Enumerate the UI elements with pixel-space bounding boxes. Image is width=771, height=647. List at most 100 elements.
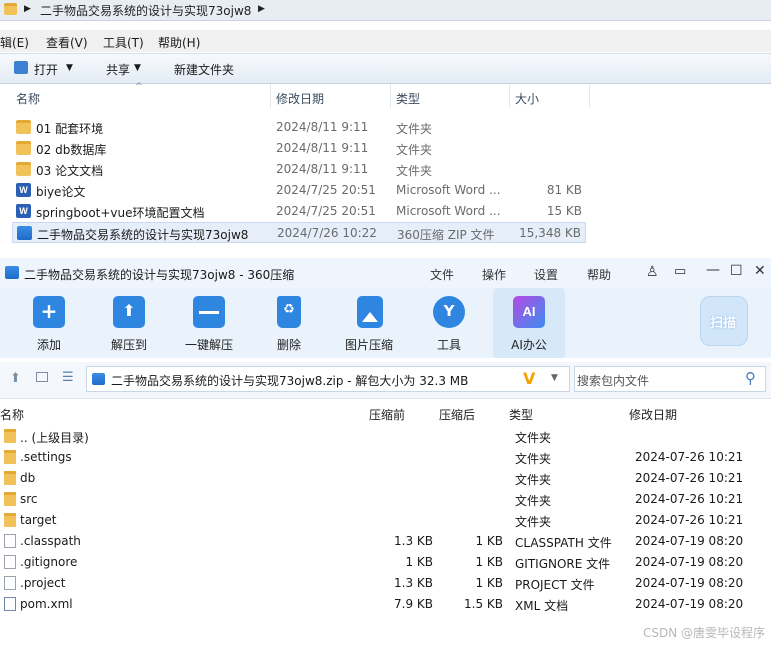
v-icon[interactable]: V xyxy=(523,369,535,388)
archive-row[interactable]: .gitignore 1 KB 1 KB GITIGNORE 文件 2024-0… xyxy=(0,552,771,573)
scan-button[interactable]: 扫描 xyxy=(700,296,748,346)
image-compress-button[interactable]: 图片压缩 xyxy=(333,288,405,358)
chevron-down-icon: ▼ xyxy=(134,63,141,73)
entry-type: CLASSPATH 文件 xyxy=(515,536,612,550)
archive-row[interactable]: .settings 文件夹 2024-07-26 10:21 xyxy=(0,447,771,468)
search-icon[interactable]: ⚲ xyxy=(745,369,756,387)
column-date[interactable]: 修改日期 xyxy=(276,90,324,107)
open-button-label: 打开 xyxy=(34,63,59,77)
file-row-selected[interactable]: 二手物品交易系统的设计与实现73ojw8 2024/7/26 10:22 360… xyxy=(12,222,586,243)
file-row[interactable]: 03 论文文档 2024/8/11 9:11 文件夹 xyxy=(12,159,586,180)
folder-icon xyxy=(16,162,31,176)
entry-date: 2024-07-19 08:20 xyxy=(635,555,744,569)
tools-button[interactable]: Y 工具 xyxy=(413,288,485,358)
feedback-icon[interactable]: ▭ xyxy=(674,264,686,279)
add-button[interactable]: + 添加 xyxy=(13,288,85,358)
file-name: springboot+vue环境配置文档 xyxy=(36,206,205,220)
folder-icon xyxy=(4,513,16,527)
shirt-icon[interactable]: ♙ xyxy=(646,264,659,280)
list-view-icon[interactable]: ☰ xyxy=(62,370,74,385)
close-icon[interactable]: ✕ xyxy=(754,263,766,279)
archive-row[interactable]: .. (上级目录) 文件夹 xyxy=(0,426,771,447)
column-type[interactable]: 类型 xyxy=(509,406,533,423)
archive-row[interactable]: db 文件夹 2024-07-26 10:21 xyxy=(0,468,771,489)
file-type: 360压缩 ZIP 文件 xyxy=(397,228,495,242)
entry-type: PROJECT 文件 xyxy=(515,578,595,592)
folder-icon xyxy=(4,492,16,506)
entry-name: pom.xml xyxy=(20,597,73,611)
folder-icon xyxy=(4,471,16,485)
breadcrumb-arrow-icon[interactable]: ▶ xyxy=(24,4,31,14)
file-row[interactable]: 02 db数据库 2024/8/11 9:11 文件夹 xyxy=(12,138,586,159)
archive-path-text: 二手物品交易系统的设计与实现73ojw8.zip - 解包大小为 32.3 MB xyxy=(111,374,469,388)
entry-type: 文件夹 xyxy=(515,494,552,508)
column-before[interactable]: 压缩前 xyxy=(369,406,405,423)
breadcrumb[interactable]: 二手物品交易系统的设计与实现73ojw8 xyxy=(40,2,251,19)
archive-row[interactable]: target 文件夹 2024-07-26 10:21 xyxy=(0,510,771,531)
column-date[interactable]: 修改日期 xyxy=(629,406,677,423)
file-size: 15,348 KB xyxy=(519,226,581,240)
maximize-icon[interactable]: ☐ xyxy=(730,263,743,279)
column-after[interactable]: 压缩后 xyxy=(439,406,475,423)
entry-date: 2024-07-26 10:21 xyxy=(635,492,744,506)
column-name[interactable]: 名称 xyxy=(16,90,40,107)
menu-help[interactable]: 帮助 xyxy=(587,266,611,283)
column-divider[interactable] xyxy=(589,84,590,108)
command-bar: 打开 ▼ 共享 ▼ 新建文件夹 xyxy=(0,53,771,84)
entry-size-after: 1 KB xyxy=(475,576,503,590)
entry-name: target xyxy=(20,513,57,527)
column-divider[interactable] xyxy=(270,84,271,108)
share-button[interactable]: 共享 ▼ xyxy=(100,54,150,83)
open-button[interactable]: 打开 ▼ xyxy=(8,54,80,83)
archive-row[interactable]: .project 1.3 KB 1 KB PROJECT 文件 2024-07-… xyxy=(0,573,771,594)
chevron-down-icon[interactable]: ▼ xyxy=(551,373,558,383)
archive-row[interactable]: src 文件夹 2024-07-26 10:21 xyxy=(0,489,771,510)
menu-settings[interactable]: 设置 xyxy=(534,266,558,283)
archive-row[interactable]: pom.xml 7.9 KB 1.5 KB XML 文档 2024-07-19 … xyxy=(0,594,771,615)
column-name[interactable]: 名称 xyxy=(0,406,24,423)
ai-office-button[interactable]: AI AI办公 xyxy=(493,288,565,358)
menu-file[interactable]: 文件 xyxy=(430,266,454,283)
search-input[interactable]: 搜索包内文件 ⚲ xyxy=(574,366,766,392)
file-name: 01 配套环境 xyxy=(36,122,104,136)
file-row[interactable]: 01 配套环境 2024/8/11 9:11 文件夹 xyxy=(12,117,586,138)
menu-action[interactable]: 操作 xyxy=(482,266,506,283)
scan-label: 扫描 xyxy=(710,316,737,331)
minimize-icon[interactable]: — xyxy=(706,262,720,278)
menu-bar: 辑(E) 查看(V) 工具(T) 帮助(H) xyxy=(0,30,771,52)
one-click-extract-button[interactable]: 一键解压 xyxy=(173,288,245,358)
extract-to-button[interactable]: ⬆ 解压到 xyxy=(93,288,165,358)
folder-icon xyxy=(4,3,17,15)
entry-date: 2024-07-26 10:21 xyxy=(635,471,744,485)
entry-size-before: 1 KB xyxy=(405,555,433,569)
add-label: 添加 xyxy=(36,338,61,352)
entry-type: GITIGNORE 文件 xyxy=(515,557,611,571)
new-folder-button[interactable]: 新建文件夹 xyxy=(174,61,234,78)
ai-office-icon: AI xyxy=(513,296,545,328)
menu-view[interactable]: 查看(V) xyxy=(46,34,88,51)
address-bar[interactable]: ▶ 二手物品交易系统的设计与实现73ojw8 ▶ xyxy=(0,0,771,21)
breadcrumb-arrow-icon[interactable]: ▶ xyxy=(258,4,265,14)
thumbnail-view-icon[interactable] xyxy=(36,372,48,382)
column-size[interactable]: 大小 xyxy=(515,90,539,107)
column-divider[interactable] xyxy=(390,84,391,108)
extract-to-label: 解压到 xyxy=(110,338,147,352)
zip-icon xyxy=(17,226,32,240)
menu-edit[interactable]: 辑(E) xyxy=(0,34,29,51)
app-icon xyxy=(5,266,19,279)
archive-row[interactable]: .classpath 1.3 KB 1 KB CLASSPATH 文件 2024… xyxy=(0,531,771,552)
file-row[interactable]: W springboot+vue环境配置文档 2024/7/25 20:51 M… xyxy=(12,201,586,222)
menu-help[interactable]: 帮助(H) xyxy=(158,34,200,51)
add-icon: + xyxy=(33,296,65,328)
menu-tools[interactable]: 工具(T) xyxy=(103,34,144,51)
file-date: 2024/8/11 9:11 xyxy=(276,120,369,134)
column-type[interactable]: 类型 xyxy=(396,90,420,107)
file-row[interactable]: W biye论文 2024/7/25 20:51 Microsoft Word … xyxy=(12,180,586,201)
chevron-down-icon: ▼ xyxy=(66,63,73,73)
up-arrow-icon[interactable]: ⬆ xyxy=(10,371,21,386)
entry-size-before: 1.3 KB xyxy=(394,576,433,590)
file-name: 02 db数据库 xyxy=(36,143,107,157)
archive-path-field[interactable]: 二手物品交易系统的设计与实现73ojw8.zip - 解包大小为 32.3 MB… xyxy=(86,366,570,392)
column-divider[interactable] xyxy=(509,84,510,108)
delete-button[interactable]: ♻ 删除 xyxy=(253,288,325,358)
